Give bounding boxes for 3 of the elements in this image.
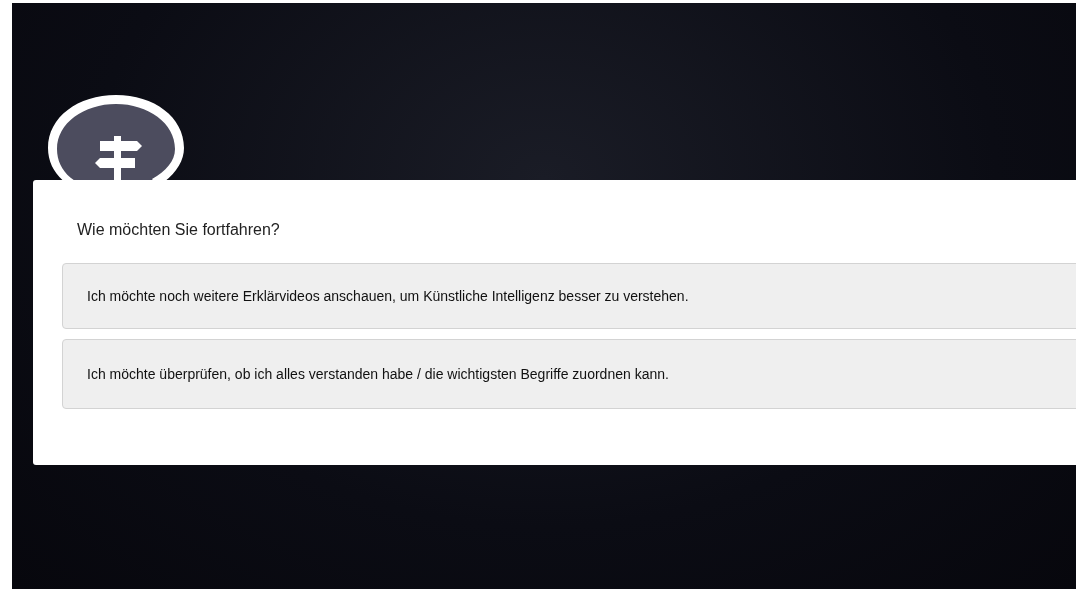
question-text: Wie möchten Sie fortfahren? bbox=[77, 220, 281, 240]
choice-button[interactable]: Ich möchte überprüfen, ob ich alles verstanden habe / die wichtigsten Begriffe zuordnen kann. bbox=[62, 339, 1076, 409]
choice-button[interactable]: Ich möchte noch weitere Erklärvideos anschauen, um Künstliche Intelligenz besser zu verstehen. bbox=[62, 263, 1076, 329]
